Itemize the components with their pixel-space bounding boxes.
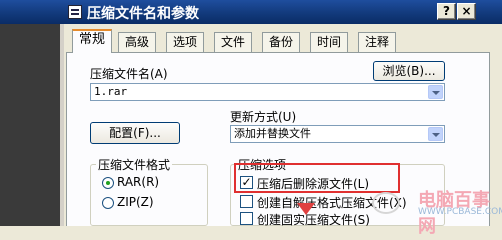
zip-label: ZIP(Z): [117, 195, 154, 209]
tab-time[interactable]: 时间: [310, 32, 349, 52]
solid-checkbox[interactable]: [240, 212, 253, 225]
help-button[interactable]: ?: [437, 3, 456, 20]
zip-radio[interactable]: [102, 197, 114, 209]
app-icon: [68, 5, 82, 19]
window-title: 压缩文件名和参数: [87, 6, 199, 22]
tab-files[interactable]: 文件: [214, 32, 253, 52]
update-mode-label: 更新方式(U): [230, 110, 297, 124]
close-button[interactable]: ×: [457, 3, 476, 20]
browse-button[interactable]: 浏览(B)...: [373, 61, 445, 81]
archive-name-value: 1.rar: [94, 85, 128, 98]
rar-label: RAR(R): [117, 175, 160, 189]
update-mode-select[interactable]: 添加并替换文件: [230, 125, 445, 143]
annotation-arrow-icon: [297, 203, 315, 215]
window-frame: [60, 24, 64, 226]
highlight-box: [234, 163, 400, 193]
tab-advanced[interactable]: 高级: [118, 32, 157, 52]
window-left-border: [0, 24, 60, 226]
tab-backup[interactable]: 备份: [262, 32, 301, 52]
tab-comment[interactable]: 注释: [358, 32, 397, 52]
profiles-button[interactable]: 配置(F)...: [90, 122, 180, 144]
archive-name-combo[interactable]: 1.rar: [90, 83, 445, 101]
chevron-down-icon[interactable]: [428, 85, 443, 99]
tab-options[interactable]: 选项: [166, 32, 205, 52]
tab-general[interactable]: 常规: [72, 29, 113, 53]
sfx-checkbox[interactable]: [240, 195, 253, 208]
format-group-title: 压缩文件格式: [96, 156, 173, 173]
chevron-down-icon[interactable]: [428, 127, 443, 141]
watermark-logo-icon: [372, 192, 400, 214]
watermark-url: WWW.PCBASE.COM: [418, 207, 502, 217]
update-mode-value: 添加并替换文件: [234, 127, 311, 140]
rar-radio[interactable]: [102, 177, 114, 189]
archive-name-label: 压缩文件名(A): [90, 67, 168, 81]
title-bar[interactable]: 压缩文件名和参数 ? ×: [0, 0, 502, 24]
